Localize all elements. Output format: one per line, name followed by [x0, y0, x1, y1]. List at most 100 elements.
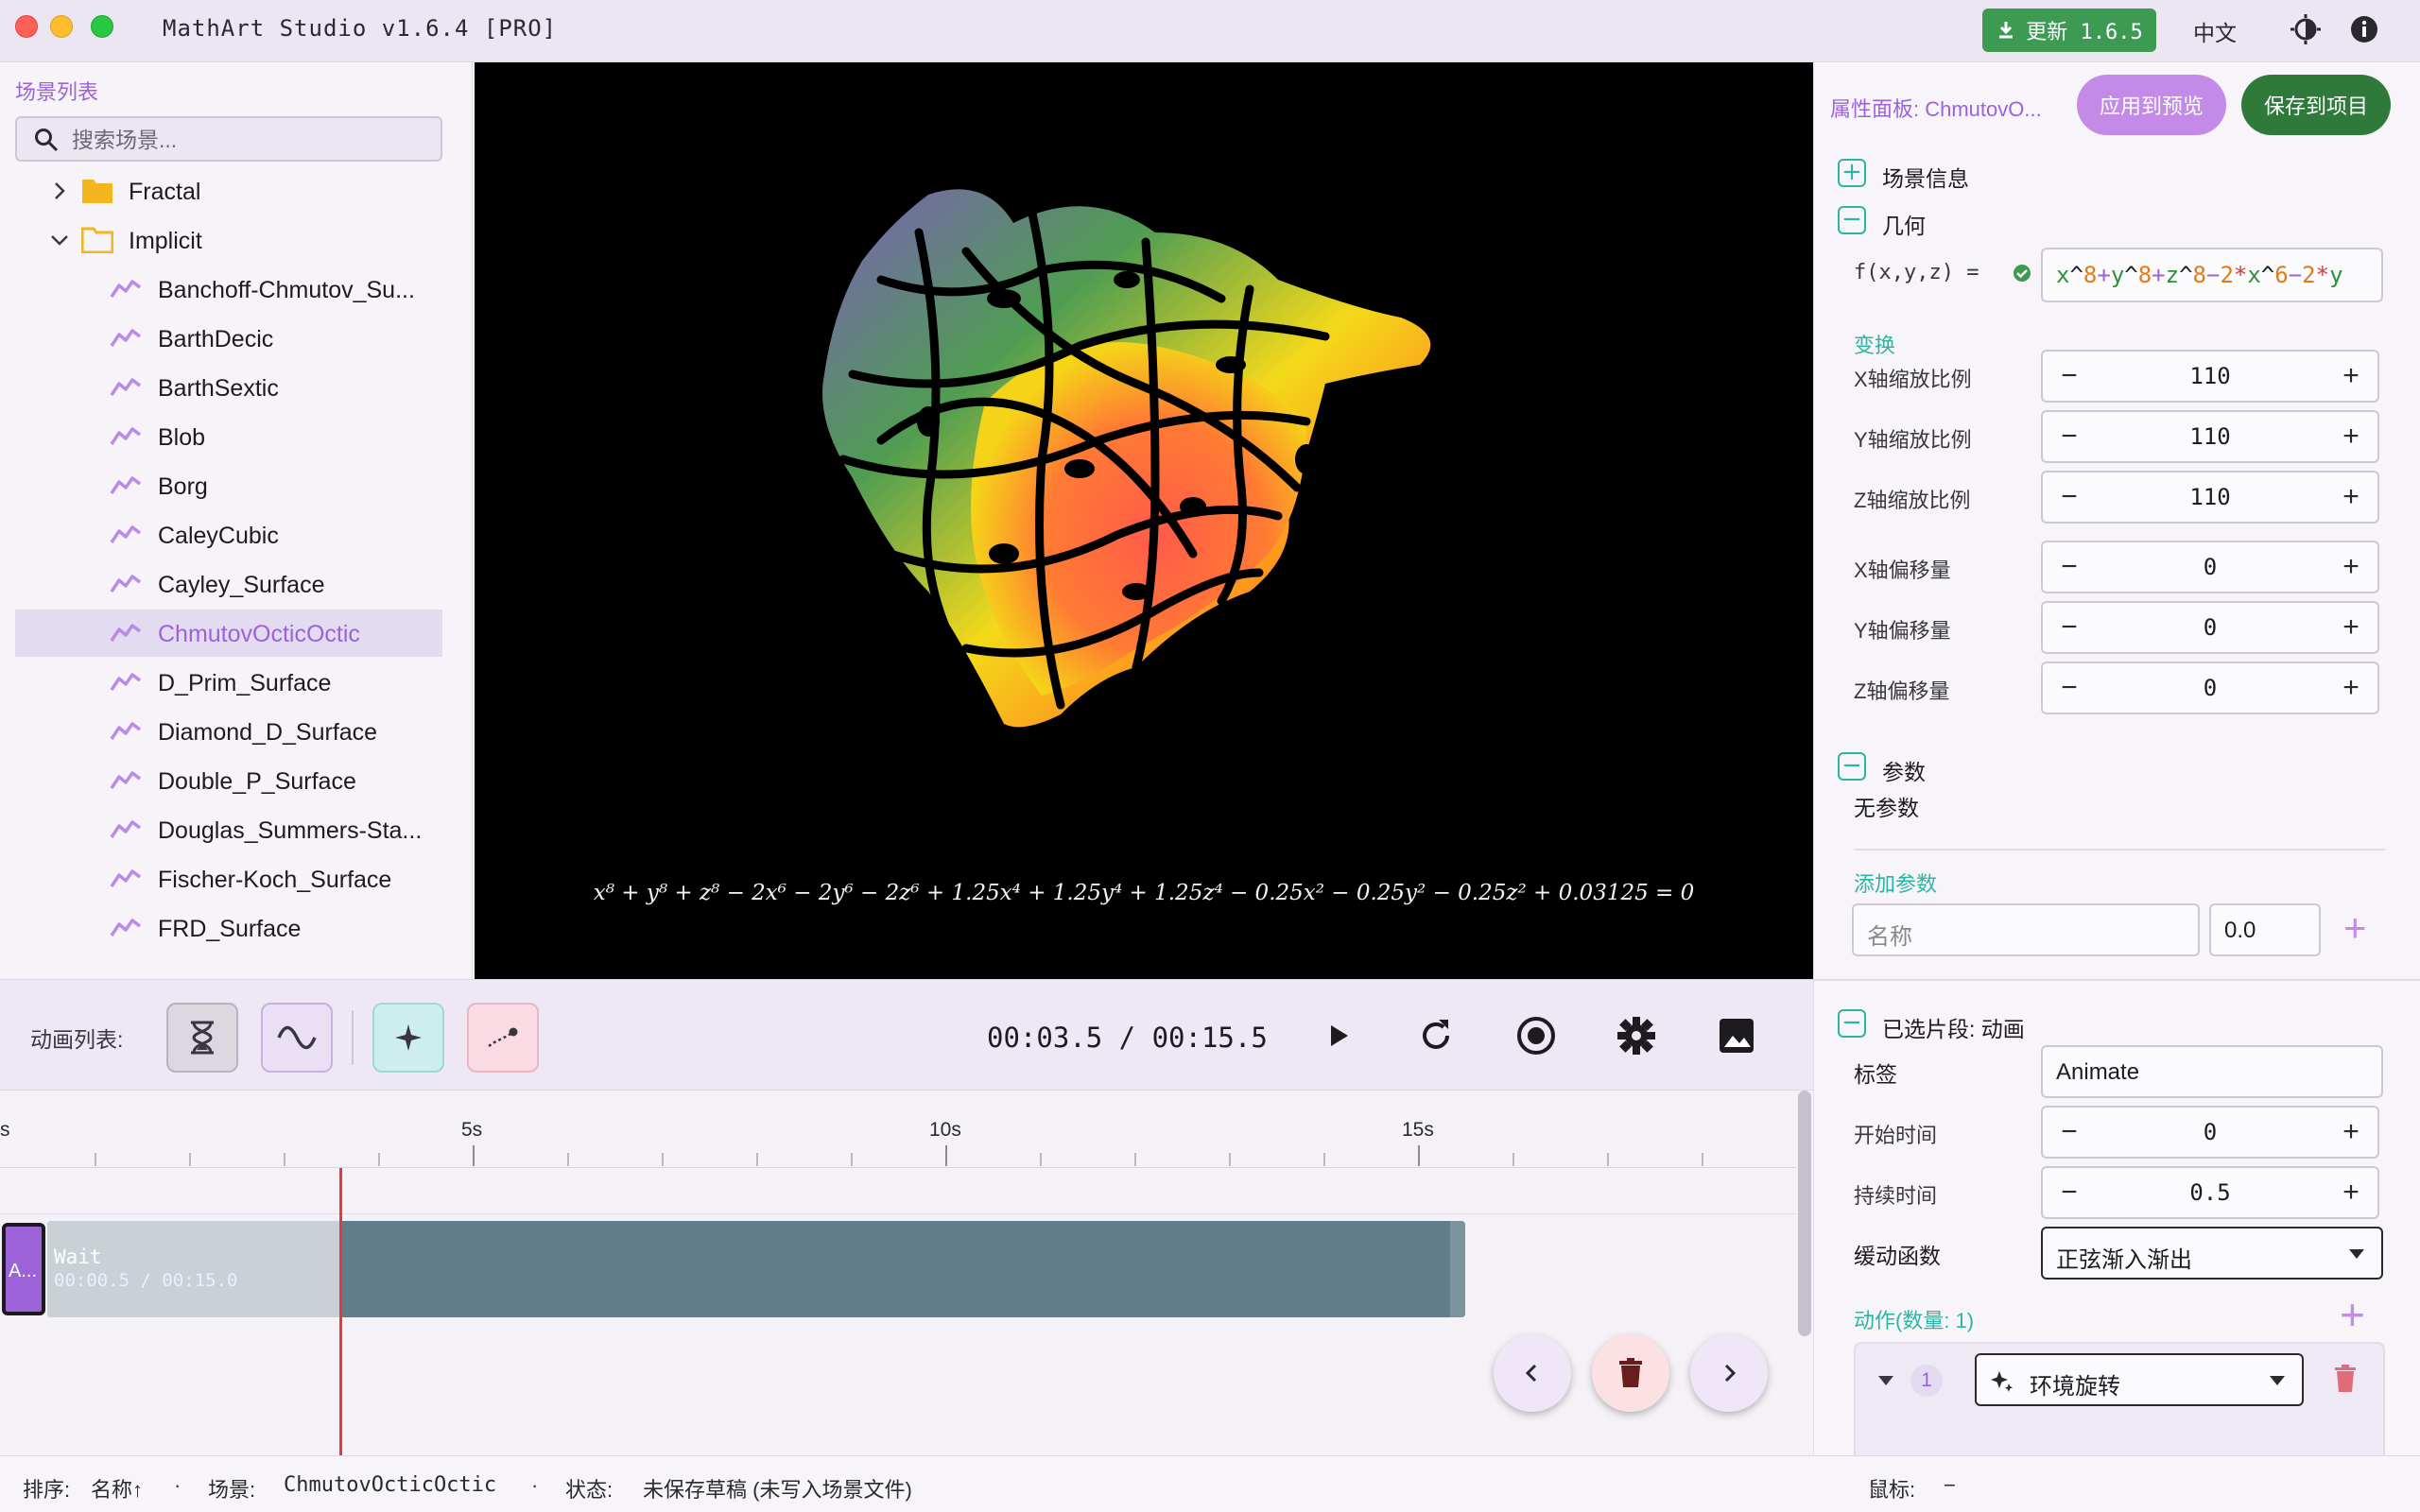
collapse-action-icon[interactable]	[1878, 1376, 1893, 1385]
scene-item[interactable]: BarthSextic	[15, 364, 442, 411]
playhead[interactable]	[339, 1168, 342, 1455]
language-switch[interactable]: 中文	[2193, 15, 2237, 47]
formula-input[interactable]: x^8+y^8+z^8−2*x^6−2*y	[2041, 248, 2383, 302]
close-window-button[interactable]	[15, 15, 38, 38]
duration-stepper[interactable]: − 0.5 +	[2041, 1166, 2379, 1219]
scene-item[interactable]: Double_P_Surface	[15, 757, 442, 804]
increment-button[interactable]: +	[2325, 1108, 2377, 1157]
transform-stepper[interactable]: −0 +	[2041, 541, 2379, 593]
timeline-scrollbar[interactable]	[1798, 1091, 1811, 1336]
image-export-icon[interactable]	[1717, 1016, 1756, 1056]
add-param-button[interactable]: +	[2343, 905, 2367, 951]
chevron-right-icon[interactable]	[49, 180, 70, 201]
start-time-stepper[interactable]: − 0 +	[2041, 1106, 2379, 1159]
add-camera-path-button[interactable]	[467, 1003, 539, 1073]
folder-fractal[interactable]: Fractal	[15, 167, 442, 215]
geometry-title[interactable]: 几何	[1882, 208, 1926, 240]
scene-item[interactable]: Douglas_Summers-Sta...	[15, 806, 442, 853]
transform-stepper[interactable]: −110 +	[2041, 350, 2379, 403]
increment-button[interactable]: +	[2325, 472, 2377, 522]
timeline[interactable]: s 5s 10s 15s A... Wait 00:00.5 / 00:15.0	[0, 1091, 1813, 1455]
transform-stepper[interactable]: −110 +	[2041, 410, 2379, 463]
sort-value[interactable]: 名称↑	[91, 1473, 143, 1503]
easing-select[interactable]: 正弦渐入渐出	[2041, 1227, 2383, 1280]
decrement-button[interactable]: −	[2043, 472, 2096, 522]
collapse-params-icon[interactable]: −	[1838, 752, 1866, 781]
duration-value[interactable]: 0.5	[2096, 1179, 2325, 1206]
scene-info-title[interactable]: 场景信息	[1882, 161, 1969, 193]
action-type-select[interactable]: 环境旋转	[1975, 1353, 2304, 1406]
collapse-geometry-icon[interactable]: −	[1838, 206, 1866, 234]
increment-button[interactable]: +	[2325, 1168, 2377, 1217]
increment-button[interactable]: +	[2325, 412, 2377, 461]
apply-to-preview-button[interactable]: 应用到预览	[2077, 75, 2226, 135]
delete-action-icon[interactable]	[2334, 1365, 2357, 1393]
chevron-down-icon[interactable]	[49, 230, 70, 250]
replay-icon[interactable]	[1416, 1016, 1456, 1056]
save-to-project-button[interactable]: 保存到项目	[2241, 75, 2391, 135]
param-value-input[interactable]: 0.0	[2209, 903, 2321, 956]
record-icon[interactable]	[1516, 1016, 1556, 1056]
transform-stepper[interactable]: −110 +	[2041, 471, 2379, 524]
update-button[interactable]: 更新 1.6.5	[1982, 9, 2156, 52]
wait-clip[interactable]: Wait 00:00.5 / 00:15.0	[47, 1221, 1465, 1317]
scene-item[interactable]: Diamond_D_Surface	[15, 708, 442, 755]
scene-item[interactable]: CaleyCubic	[15, 511, 442, 558]
previous-clip-button[interactable]	[1494, 1334, 1571, 1412]
search-box[interactable]	[15, 116, 442, 162]
start-time-value[interactable]: 0	[2096, 1119, 2325, 1145]
info-icon[interactable]	[2350, 15, 2378, 43]
timeline-ruler[interactable]: s 5s 10s 15s	[0, 1091, 1796, 1168]
scene-item[interactable]: FRD_Surface	[15, 904, 442, 952]
decrement-button[interactable]: −	[2043, 663, 2096, 713]
add-action-button[interactable]: +	[2340, 1289, 2365, 1340]
settings-gear-icon[interactable]	[1616, 1016, 1656, 1056]
param-name-input[interactable]: 名称	[1852, 903, 2200, 956]
tag-input[interactable]: Animate	[2041, 1045, 2383, 1098]
scene-item[interactable]: Borg	[15, 462, 442, 509]
selected-clip-title[interactable]: 已选片段: 动画	[1882, 1011, 2025, 1043]
transform-value[interactable]: 0	[2096, 554, 2325, 580]
zoom-window-button[interactable]	[91, 15, 113, 38]
minimize-window-button[interactable]	[50, 15, 73, 38]
transform-value[interactable]: 0	[2096, 675, 2325, 701]
increment-button[interactable]: +	[2325, 542, 2377, 592]
decrement-button[interactable]: −	[2043, 1168, 2096, 1217]
search-input[interactable]	[72, 126, 431, 154]
transform-value[interactable]: 110	[2096, 363, 2325, 389]
decrement-button[interactable]: −	[2043, 603, 2096, 652]
decrement-button[interactable]: −	[2043, 412, 2096, 461]
decrement-button[interactable]: −	[2043, 352, 2096, 401]
animate-clip[interactable]: A...	[2, 1223, 45, 1315]
transform-stepper[interactable]: −0 +	[2041, 662, 2379, 714]
preview-canvas[interactable]: x⁸ + y⁸ + z⁸ − 2x⁶ − 2y⁶ − 2z⁶ + 1.25x⁴ …	[475, 62, 1813, 979]
add-animation-button[interactable]	[261, 1003, 333, 1073]
decrement-button[interactable]: −	[2043, 542, 2096, 592]
transform-value[interactable]: 110	[2096, 423, 2325, 450]
decrement-button[interactable]: −	[2043, 1108, 2096, 1157]
scene-item[interactable]: Fischer-Koch_Surface	[15, 855, 442, 902]
theme-toggle-icon[interactable]	[2290, 13, 2322, 45]
delete-clip-button[interactable]	[1592, 1334, 1669, 1412]
scene-item[interactable]: D_Prim_Surface	[15, 659, 442, 706]
add-effect-button[interactable]	[372, 1003, 444, 1073]
play-icon[interactable]	[1318, 1016, 1357, 1056]
scene-item[interactable]: ChmutovOcticOctic	[15, 610, 442, 657]
params-title[interactable]: 参数	[1882, 754, 1926, 786]
expand-scene-info-icon[interactable]: +	[1838, 159, 1866, 187]
scene-item[interactable]: Banchoff-Chmutov_Su...	[15, 266, 442, 313]
scene-item[interactable]: BarthDecic	[15, 315, 442, 362]
scene-item[interactable]: Blob	[15, 413, 442, 460]
folder-implicit[interactable]: Implicit	[15, 216, 442, 264]
transform-stepper[interactable]: −0 +	[2041, 601, 2379, 654]
increment-button[interactable]: +	[2325, 603, 2377, 652]
increment-button[interactable]: +	[2325, 352, 2377, 401]
add-wait-button[interactable]	[166, 1003, 238, 1073]
clip-resize-handle[interactable]	[1450, 1221, 1465, 1317]
collapse-clip-icon[interactable]: −	[1838, 1009, 1866, 1038]
scene-item[interactable]: Cayley_Surface	[15, 560, 442, 608]
next-clip-button[interactable]	[1690, 1334, 1768, 1412]
transform-value[interactable]: 110	[2096, 484, 2325, 510]
increment-button[interactable]: +	[2325, 663, 2377, 713]
transform-value[interactable]: 0	[2096, 614, 2325, 641]
